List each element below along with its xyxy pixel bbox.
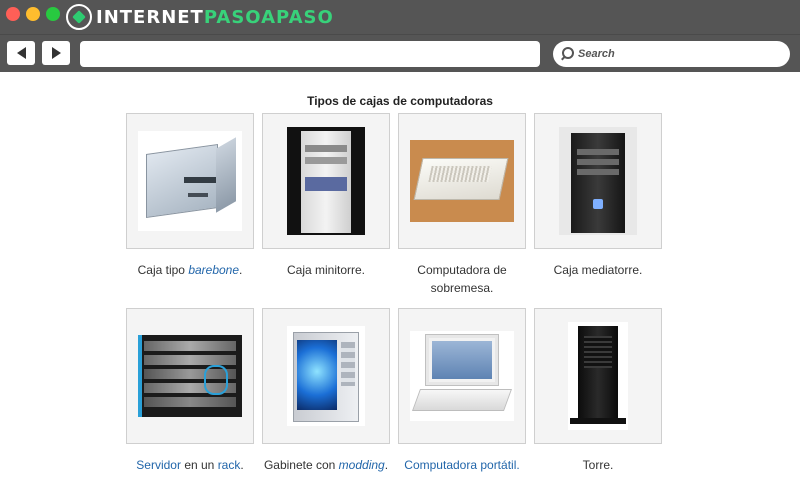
back-arrow-icon (16, 47, 26, 59)
gallery-thumb[interactable] (398, 308, 526, 444)
forward-arrow-icon (51, 47, 61, 59)
gallery-item-laptop: Computadora portátil. (398, 308, 526, 474)
computer-case-midtower-image (559, 127, 637, 235)
address-bar[interactable] (80, 41, 540, 67)
close-window-button[interactable] (6, 7, 20, 21)
servidor-link[interactable]: Servidor (136, 458, 181, 472)
caption-text: Caja tipo (137, 263, 189, 277)
gallery-thumb[interactable] (398, 113, 526, 249)
gallery-thumb[interactable] (262, 308, 390, 444)
caption-text: en un (180, 458, 218, 472)
caption-text: . (239, 263, 243, 277)
gallery-caption: Caja minitorre. (286, 263, 366, 277)
site-logo: INTERNET PASOAPASO (66, 3, 334, 31)
gallery-caption: Caja tipo barebone. (126, 261, 254, 279)
logo-text-part2: PASOAPASO (203, 6, 334, 28)
gallery-thumb[interactable] (534, 113, 662, 249)
search-icon (561, 47, 575, 61)
laptop-image (410, 331, 514, 421)
computer-case-barebone-image (138, 131, 242, 231)
gallery-thumb[interactable] (262, 113, 390, 249)
caption-text: Gabinete con (263, 458, 339, 472)
gallery-thumb[interactable] (126, 113, 254, 249)
gallery-item-minitower: Caja minitorre. (262, 113, 390, 279)
maximize-window-button[interactable] (46, 7, 60, 21)
gallery-thumb[interactable] (534, 308, 662, 444)
computadora-portatil-link[interactable]: Computadora portátil (404, 458, 516, 472)
computer-case-desktop-image (410, 140, 514, 222)
computer-case-minitower-image (287, 127, 365, 235)
computer-case-modding-image (287, 326, 365, 426)
page-content: Tipos de cajas de computadoras Caja tipo… (0, 72, 800, 500)
browser-toolbar: Search (0, 34, 800, 72)
gallery-caption: Caja mediatorre. (553, 263, 643, 277)
caption-text: . (384, 458, 389, 472)
page-title: Tipos de cajas de computadoras (307, 94, 493, 108)
caption-text: . (240, 458, 244, 472)
gallery-item-modding: Gabinete con modding. (262, 308, 390, 474)
back-button[interactable] (7, 41, 35, 65)
gallery-item-midtower: Caja mediatorre. (534, 113, 662, 279)
logo-text-part1: INTERNET (96, 6, 204, 28)
minimize-window-button[interactable] (26, 7, 40, 21)
barebone-link[interactable]: barebone (188, 263, 239, 277)
gallery-item-desktop: Computadora de sobremesa. (398, 113, 526, 297)
computer-case-tower-image (568, 322, 628, 430)
gallery-caption: Servidor en un rack. (126, 456, 254, 474)
gallery-caption: Torre. (582, 458, 614, 472)
computer-case-rack-server-image (138, 335, 242, 417)
gallery-caption: Computadora de sobremesa. (417, 263, 507, 295)
gallery-item-barebone: Caja tipo barebone. (126, 113, 254, 279)
gallery-caption: Gabinete con modding. (262, 456, 390, 474)
caption-text: . (516, 458, 520, 472)
logo-icon (66, 4, 92, 30)
forward-button[interactable] (42, 41, 70, 65)
gallery-caption: Computadora portátil. (398, 456, 526, 474)
modding-link[interactable]: modding (339, 458, 385, 472)
rack-link[interactable]: rack (218, 458, 241, 472)
gallery-item-rack: Servidor en un rack. (126, 308, 254, 474)
search-placeholder: Search (578, 48, 615, 60)
browser-titlebar: INTERNET PASOAPASO (0, 0, 800, 34)
gallery-item-tower: Torre. (534, 308, 662, 474)
search-input[interactable]: Search (553, 41, 790, 67)
gallery-thumb[interactable] (126, 308, 254, 444)
